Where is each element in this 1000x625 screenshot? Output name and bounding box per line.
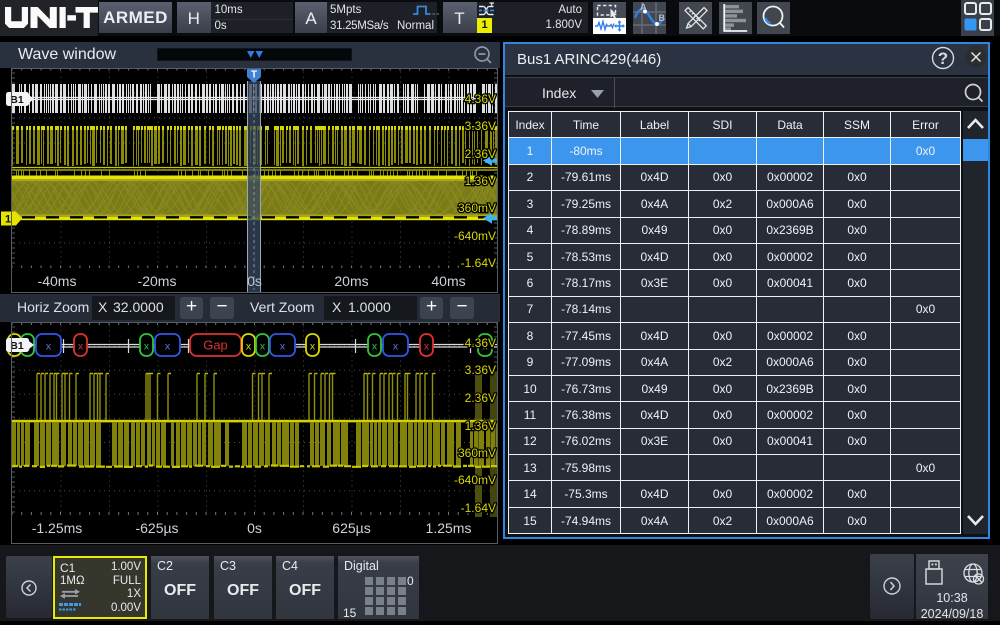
svg-text:x: x <box>260 341 266 353</box>
svg-text:x: x <box>393 341 399 353</box>
svg-text:4.36V: 4.36V <box>465 92 496 106</box>
svg-text:-640mV: -640mV <box>454 473 496 487</box>
svg-text:-1.64V: -1.64V <box>461 256 496 270</box>
svg-text:x: x <box>165 341 171 353</box>
svg-text:1.36V: 1.36V <box>465 174 496 188</box>
svg-text:x: x <box>246 341 252 353</box>
svg-text:-1.25ms: -1.25ms <box>32 520 83 536</box>
svg-text:360mV: 360mV <box>458 201 496 215</box>
svg-text:x: x <box>78 341 84 353</box>
svg-text:B: B <box>659 13 666 23</box>
svg-text:B1: B1 <box>10 94 24 106</box>
svg-text:T: T <box>251 70 257 81</box>
svg-text:360mV: 360mV <box>458 446 496 460</box>
svg-text:-40ms: -40ms <box>38 273 77 289</box>
svg-text:0s: 0s <box>247 520 262 536</box>
svg-text:1.36V: 1.36V <box>465 419 496 433</box>
svg-text:x: x <box>280 341 286 353</box>
svg-text:x: x <box>372 341 378 353</box>
svg-text:0s: 0s <box>247 273 262 289</box>
svg-text:20ms: 20ms <box>334 273 368 289</box>
svg-text:1.25ms: 1.25ms <box>426 520 472 536</box>
svg-text:2.36V: 2.36V <box>465 391 496 405</box>
svg-text:Gap: Gap <box>203 338 228 353</box>
svg-text:1: 1 <box>5 214 11 226</box>
svg-text:-20ms: -20ms <box>138 273 177 289</box>
svg-text:x: x <box>46 341 52 353</box>
svg-text:625µs: 625µs <box>332 520 370 536</box>
svg-text:4.36V: 4.36V <box>465 336 496 350</box>
svg-text:?: ? <box>938 49 948 68</box>
svg-text:A: A <box>640 2 647 12</box>
svg-text:-625µs: -625µs <box>135 520 178 536</box>
svg-text:-640mV: -640mV <box>454 229 496 243</box>
svg-text:3.36V: 3.36V <box>465 363 496 377</box>
svg-text:-1.64V: -1.64V <box>461 501 496 515</box>
svg-text:40ms: 40ms <box>431 273 465 289</box>
svg-text:2.36V: 2.36V <box>465 147 496 161</box>
svg-text:3.36V: 3.36V <box>465 119 496 133</box>
svg-text:x: x <box>424 341 430 353</box>
svg-text:B1: B1 <box>10 340 24 352</box>
svg-text:x: x <box>144 341 150 353</box>
svg-text:x: x <box>310 341 316 353</box>
